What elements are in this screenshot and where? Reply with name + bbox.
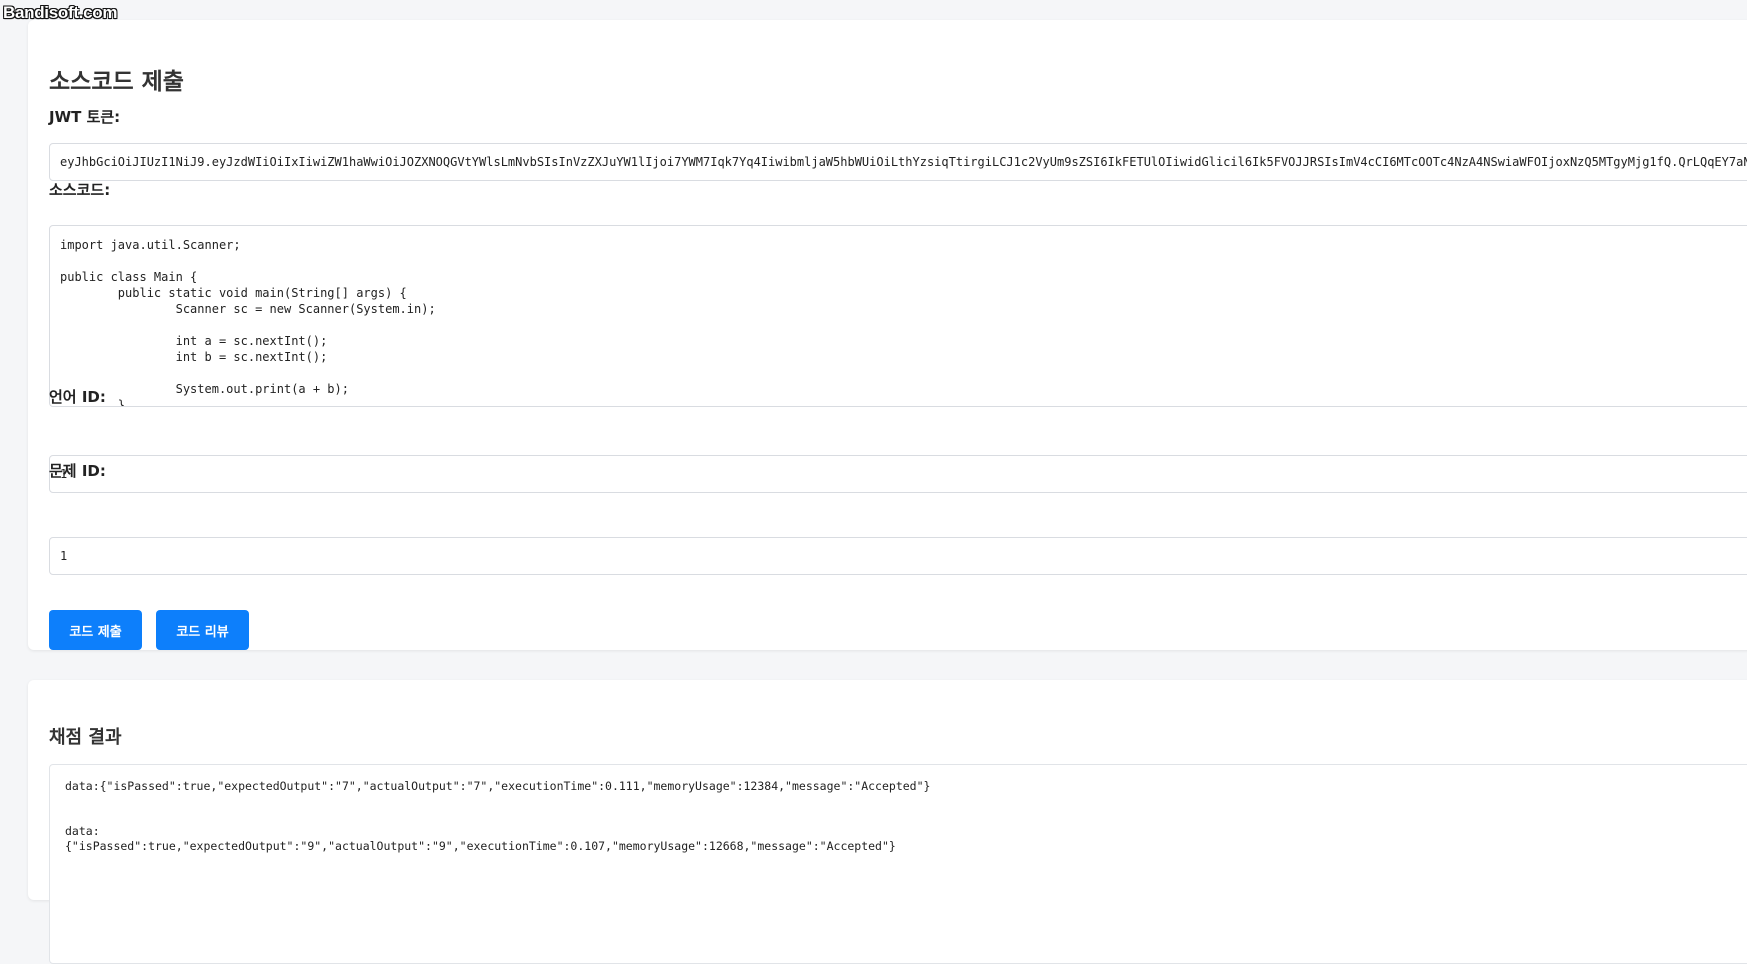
review-code-button[interactable]: 코드 리뷰 (156, 610, 249, 650)
page-title: 소스코드 제출 (49, 69, 184, 95)
submit-code-button[interactable]: 코드 제출 (49, 610, 142, 650)
submission-card: 소스코드 제출 JWT 토큰: 소스코드: import java.util.S… (28, 20, 1747, 650)
problem-id-label: 문제 ID: (49, 462, 106, 480)
language-id-label: 언어 ID: (49, 388, 106, 406)
result-title: 채점 결과 (49, 727, 122, 748)
jwt-label: JWT 토큰: (49, 108, 121, 126)
result-card: 채점 결과 data:{"isPassed":true,"expectedOut… (28, 680, 1747, 964)
source-code-label: 소스코드: (49, 181, 111, 199)
result-line: data: {"isPassed":true,"expectedOutput":… (65, 824, 896, 853)
source-code-textarea[interactable]: import java.util.Scanner; public class M… (49, 225, 1747, 407)
jwt-token-input[interactable] (49, 143, 1747, 181)
language-id-input[interactable] (49, 455, 1747, 493)
problem-id-input[interactable] (49, 537, 1747, 575)
watermark-logo: Bandisoft.com (3, 3, 118, 22)
result-output: data:{"isPassed":true,"expectedOutput":"… (49, 764, 1747, 964)
result-line: data:{"isPassed":true,"expectedOutput":"… (65, 779, 931, 793)
